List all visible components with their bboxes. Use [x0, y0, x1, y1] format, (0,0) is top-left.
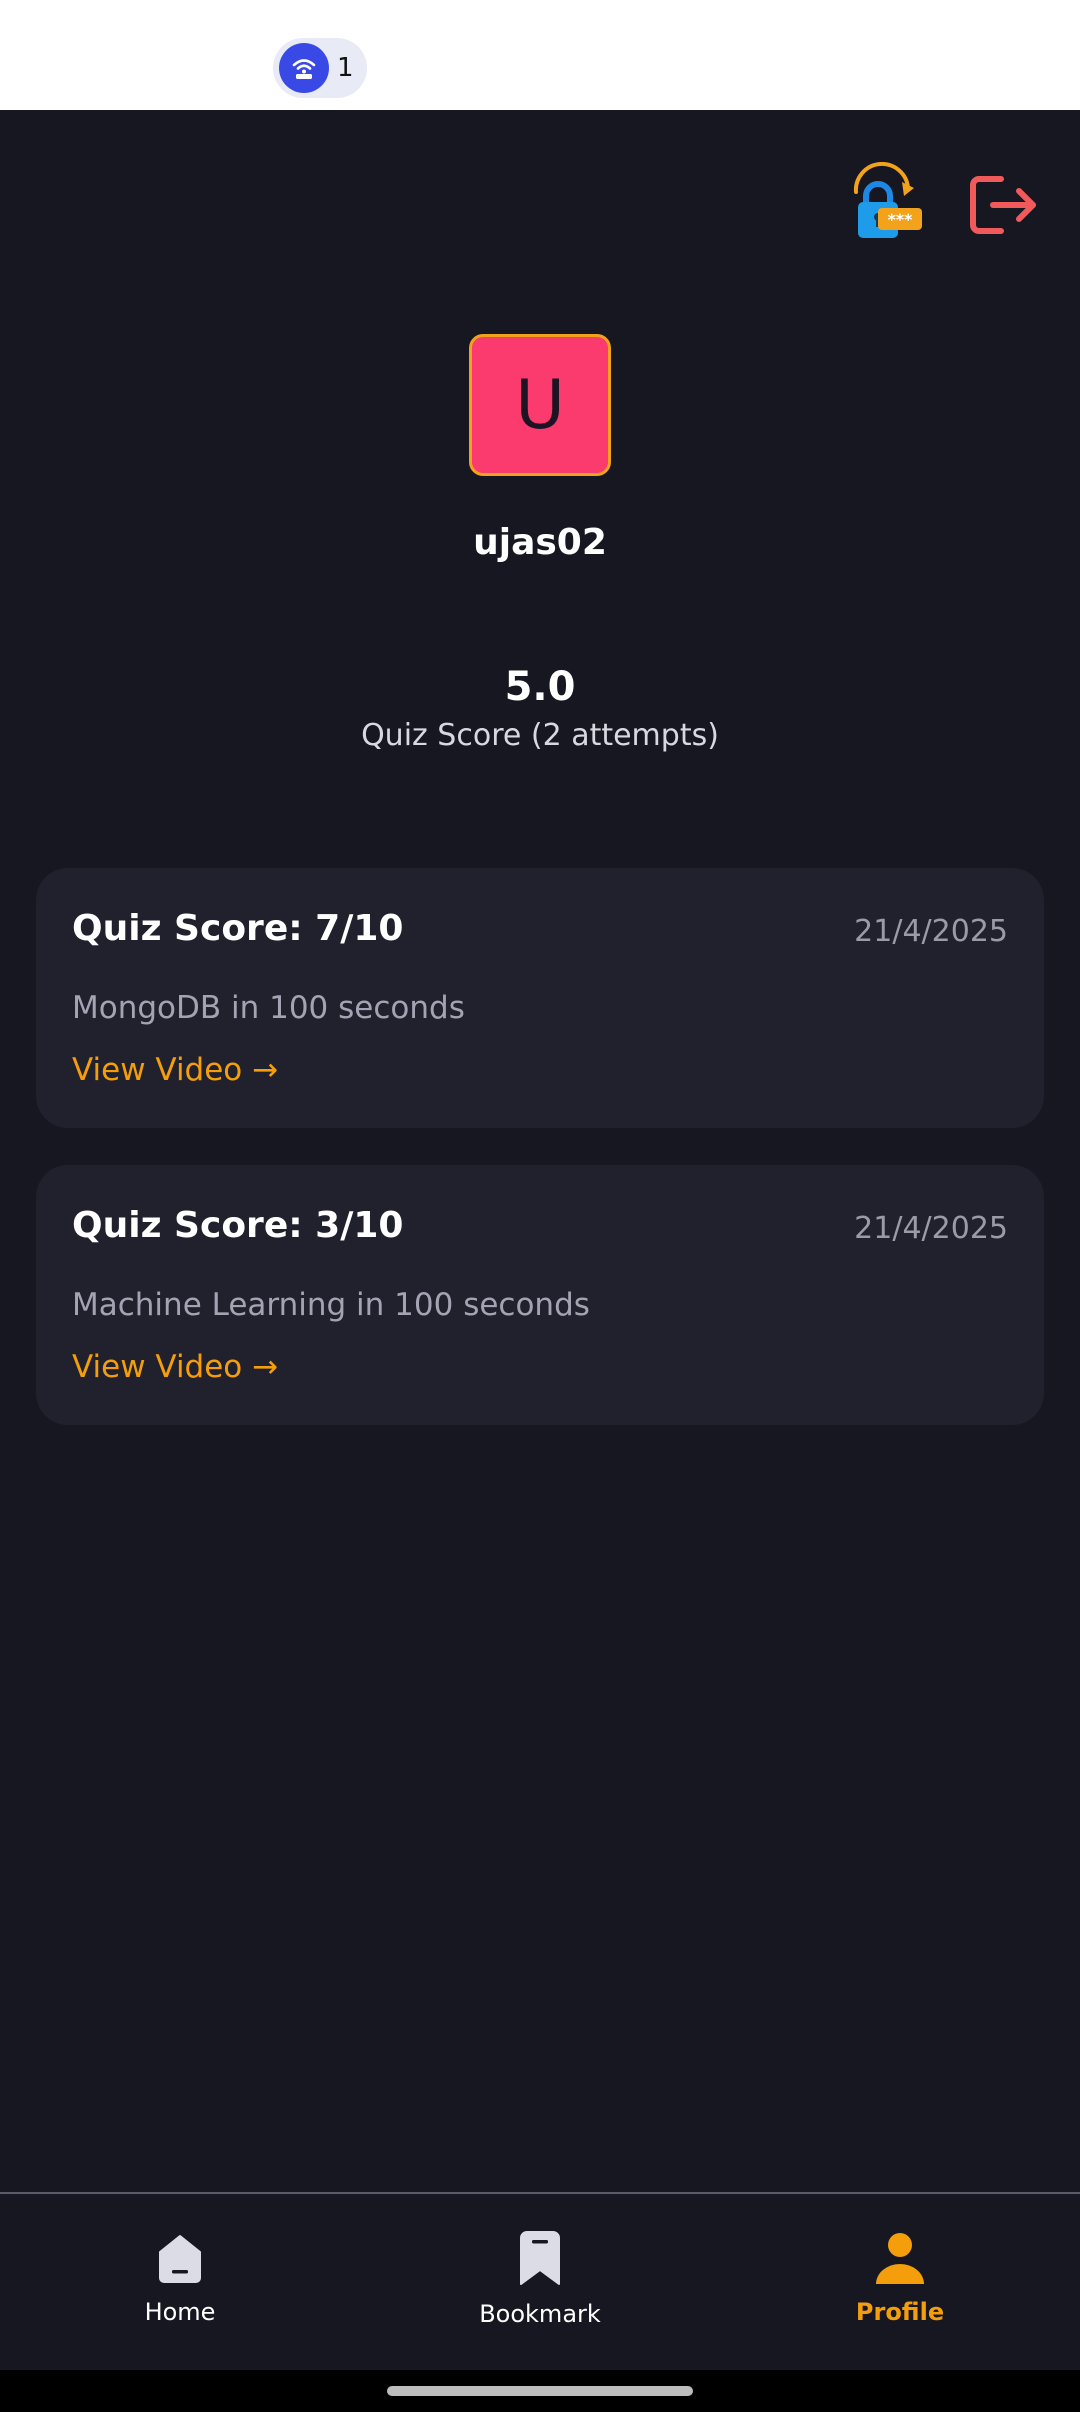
profile-icon: [876, 2233, 924, 2284]
quiz-date: 21/4/2025: [854, 914, 1008, 949]
home-gesture-bar[interactable]: [387, 2386, 693, 2396]
quiz-score-title: Quiz Score: 7/10: [72, 908, 404, 949]
view-video-link[interactable]: View Video →: [72, 1349, 278, 1385]
quiz-score-title: Quiz Score: 3/10: [72, 1205, 404, 1246]
nav-label-profile: Profile: [855, 2298, 945, 2326]
nav-item-profile[interactable]: Profile: [800, 2224, 1000, 2326]
username: ujas02: [473, 522, 607, 563]
top-actions: ***: [842, 162, 1044, 248]
avatar-letter: U: [515, 365, 565, 445]
quiz-date: 21/4/2025: [854, 1211, 1008, 1246]
hotspot-count: 1: [337, 53, 354, 83]
logout-button[interactable]: [958, 162, 1044, 248]
change-password-button[interactable]: ***: [842, 162, 928, 248]
nav-item-home[interactable]: Home: [80, 2224, 280, 2326]
bookmark-icon: [520, 2231, 560, 2285]
quiz-attempt-card: Quiz Score: 7/10 21/4/2025 MongoDB in 10…: [36, 868, 1044, 1128]
password-lock-icon: ***: [853, 162, 922, 238]
video-title: Machine Learning in 100 seconds: [72, 1287, 590, 1323]
svg-text:***: ***: [887, 210, 913, 229]
nav-label-home: Home: [144, 2298, 216, 2326]
nav-label-bookmark: Bookmark: [479, 2300, 601, 2328]
nav-item-bookmark[interactable]: Bookmark: [440, 2226, 640, 2328]
avatar: U: [469, 334, 611, 476]
view-video-link[interactable]: View Video →: [72, 1052, 278, 1088]
logout-icon: [970, 176, 1036, 234]
gesture-navigation-area: [0, 2370, 1080, 2412]
home-icon: [159, 2235, 201, 2283]
bottom-navigation: Home Bookmark Profile: [0, 2192, 1080, 2370]
profile-screen: *** U ujas02 5.0 Quiz Score (2 attempts)…: [0, 110, 1080, 2193]
hotspot-icon: [279, 43, 329, 93]
quiz-attempt-card: Quiz Score: 3/10 21/4/2025 Machine Learn…: [36, 1165, 1044, 1425]
video-title: MongoDB in 100 seconds: [72, 990, 465, 1026]
average-quiz-score: 5.0: [504, 664, 576, 710]
quiz-score-label: Quiz Score (2 attempts): [361, 718, 719, 753]
hotspot-indicator[interactable]: 1: [273, 38, 367, 98]
status-bar: 1: [0, 0, 1080, 110]
